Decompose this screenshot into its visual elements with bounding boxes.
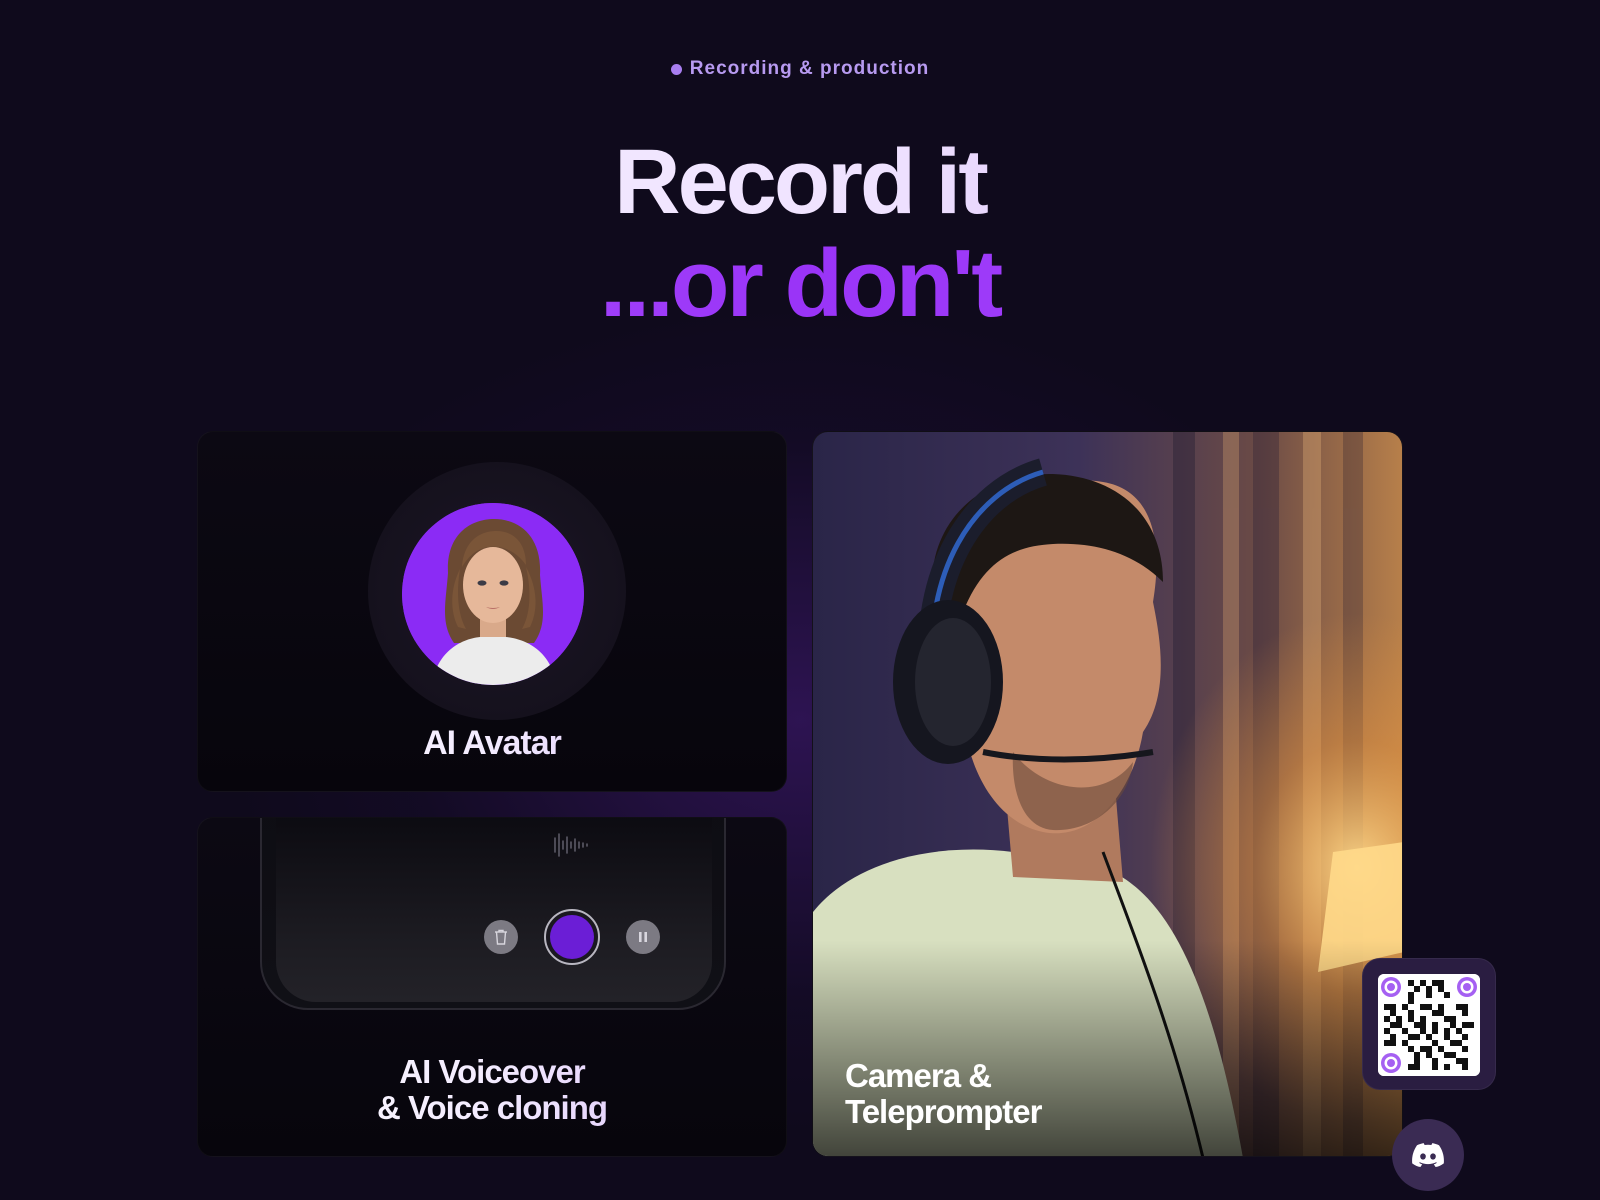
ai-voiceover-card[interactable]: AI Voiceover & Voice cloning [197, 817, 787, 1157]
recording-production-section: Recording & production Record it ...or d… [0, 0, 1600, 1200]
camera-title-line-1: Camera & [845, 1057, 992, 1094]
phone-screen [276, 818, 712, 1002]
ai-avatar-card[interactable]: AI Avatar [197, 431, 787, 792]
pause-button[interactable] [626, 920, 660, 954]
camera-teleprompter-title: Camera & Teleprompter [845, 1057, 1042, 1131]
discord-button[interactable] [1392, 1119, 1464, 1191]
avatar-portrait [402, 503, 584, 685]
ai-avatar-title: AI Avatar [198, 724, 786, 763]
qr-code-pattern [1378, 974, 1480, 1076]
record-icon [550, 915, 594, 959]
record-button[interactable] [544, 909, 600, 965]
eyebrow-label: Recording & production [689, 58, 930, 79]
qr-code [1378, 974, 1480, 1076]
section-eyebrow: Recording & production [0, 58, 1600, 80]
avatar [402, 503, 584, 685]
waveform-icon [554, 833, 588, 857]
presenter-video-thumbnail [813, 432, 1402, 1156]
pause-icon [639, 932, 647, 942]
discord-icon [1412, 1143, 1444, 1167]
headline-line-1: Record it [0, 136, 1600, 228]
ai-voiceover-title: AI Voiceover & Voice cloning [198, 1054, 786, 1127]
qr-code-card[interactable] [1362, 958, 1496, 1090]
delete-recording-button[interactable] [484, 920, 518, 954]
dot-icon [670, 63, 682, 75]
trash-icon [495, 929, 507, 945]
camera-title-line-2: Teleprompter [845, 1093, 1042, 1131]
voice-title-line-2: & Voice cloning [376, 1089, 608, 1127]
camera-teleprompter-card[interactable]: Camera & Teleprompter [812, 431, 1403, 1157]
voice-title-line-1: AI Voiceover [399, 1053, 585, 1090]
headline-line-2: ...or don't [0, 236, 1600, 332]
